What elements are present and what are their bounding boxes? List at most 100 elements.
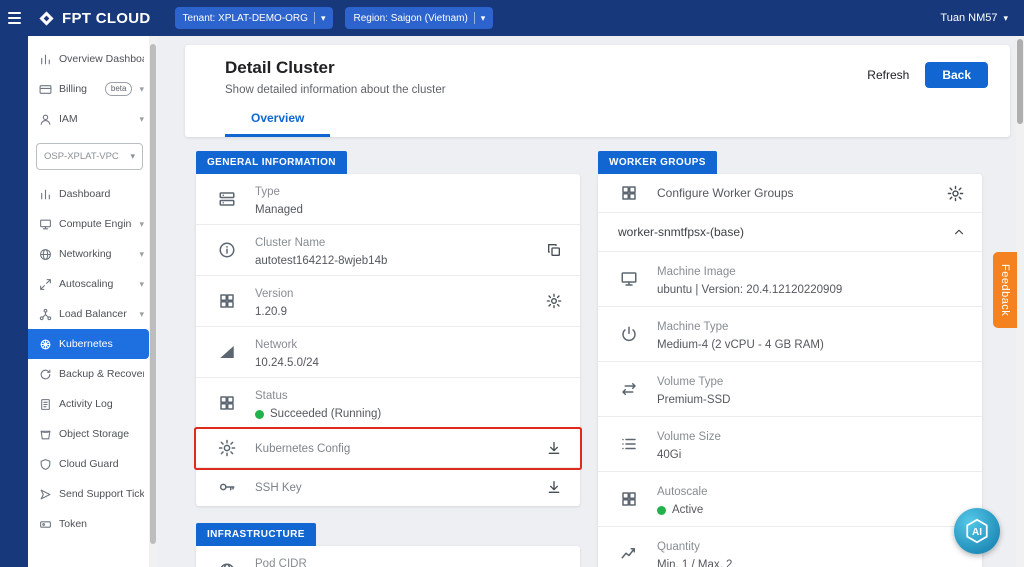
back-button[interactable]: Back: [925, 62, 988, 88]
row-value: autotest164212-8wjeb14b: [255, 255, 546, 267]
download-icon[interactable]: [546, 440, 562, 456]
nodes-icon: [39, 308, 52, 321]
chevron-down-icon: ▾: [321, 14, 326, 23]
row-pod-cidr: Pod CIDR10.244.0.0/16: [196, 546, 580, 567]
user-menu[interactable]: Tuan NM57 ▾: [940, 12, 1008, 24]
download-icon[interactable]: [546, 479, 562, 495]
ai-hexagon-icon: AI: [962, 516, 992, 546]
sidebar-item-compute-engine[interactable]: Compute Engine ▾: [28, 209, 149, 239]
expand-arrows-icon: [39, 278, 52, 291]
row-label: Network: [255, 339, 297, 351]
row-value: Managed: [255, 204, 562, 216]
general-information-card: Type Managed Cluster Name autotest164212-8…: [196, 174, 580, 506]
sidebar-item-label: IAM: [59, 113, 132, 125]
brand-logo: FPT CLOUD: [38, 10, 151, 27]
refresh-button[interactable]: Refresh: [867, 68, 909, 82]
row-value: Min. 1 / Max. 2: [657, 559, 964, 567]
tab-overview[interactable]: Overview: [225, 102, 330, 137]
chevron-down-icon: ▾: [130, 152, 135, 161]
trend-line-icon: [618, 545, 640, 563]
row-label: Machine Type: [657, 321, 728, 333]
sidebar-item-token[interactable]: Token: [28, 509, 149, 539]
info-icon: [216, 241, 238, 259]
row-configure-worker-groups: Configure Worker Groups: [598, 174, 982, 213]
row-volume-type: Volume TypePremium-SSD: [598, 362, 982, 417]
gear-icon: [216, 439, 238, 457]
row-value: 1.20.9: [255, 306, 546, 318]
row-type: Type Managed: [196, 174, 580, 225]
row-value: ubuntu | Version: 20.4.12120220909: [657, 284, 964, 296]
chevron-down-icon: ▾: [139, 220, 144, 229]
row-ssh-key: SSH Key: [196, 468, 580, 506]
chevron-down-icon: ▾: [139, 310, 144, 319]
row-label: Volume Type: [657, 376, 723, 388]
sidebar-item-autoscaling[interactable]: Autoscaling ▾: [28, 269, 149, 299]
sidebar-item-load-balancer[interactable]: Load Balancer ▾: [28, 299, 149, 329]
main-scrollbar[interactable]: [1016, 36, 1024, 567]
sidebar-item-backup-recovery[interactable]: Backup & Recovery: [28, 359, 149, 389]
row-quantity: QuantityMin. 1 / Max. 2: [598, 527, 982, 567]
main-scrollbar-thumb[interactable]: [1017, 39, 1023, 124]
grid-icon: [216, 292, 238, 310]
sidebar-item-send-support-ticket[interactable]: Send Support Ticket: [28, 479, 149, 509]
row-label: Autoscale: [657, 486, 708, 498]
sidebar-item-dashboard[interactable]: Dashboard: [28, 179, 149, 209]
status-dot-green: [255, 410, 264, 419]
sidebar-item-label: Activity Log: [59, 398, 144, 410]
row-kubernetes-config: Kubernetes Config: [196, 429, 580, 468]
brand-name: FPT CLOUD: [62, 10, 151, 27]
sidebar-item-label: Kubernetes: [59, 338, 144, 350]
row-label: Cluster Name: [255, 237, 325, 249]
general-information-section-tag: GENERAL INFORMATION: [196, 151, 347, 174]
row-label: Type: [255, 186, 280, 198]
row-autoscale: AutoscaleActive: [598, 472, 982, 527]
sidebar-item-cloud-guard[interactable]: Cloud Guard: [28, 449, 149, 479]
globe-icon: [216, 562, 238, 567]
feedback-button[interactable]: Feedback: [993, 252, 1017, 328]
sidebar-item-networking[interactable]: Networking ▾: [28, 239, 149, 269]
billing-card-icon: [39, 83, 52, 96]
tab-bar: Overview: [185, 100, 1010, 137]
row-status: StatusSucceeded (Running): [196, 378, 580, 429]
sidebar-item-label: Autoscaling: [59, 278, 132, 290]
document-lines-icon: [39, 398, 52, 411]
grid-icon: [618, 490, 640, 508]
sidebar-scrollbar-thumb[interactable]: [150, 44, 156, 544]
tenant-label: Tenant: XPLAT-DEMO-ORG: [183, 13, 308, 24]
region-selector[interactable]: Region: Saigon (Vietnam) ▾: [345, 7, 493, 29]
paper-plane-icon: [39, 488, 52, 501]
ai-assistant-button[interactable]: AI: [954, 508, 1000, 554]
vpc-selector-value: OSP-XPLAT-VPC: [44, 151, 119, 162]
row-label: Pod CIDR: [255, 558, 307, 567]
tenant-selector[interactable]: Tenant: XPLAT-DEMO-ORG ▾: [175, 7, 334, 29]
vpc-selector[interactable]: OSP-XPLAT-VPC ▾: [36, 143, 143, 170]
arrows-left-right-icon: [618, 380, 640, 398]
gear-icon[interactable]: [546, 293, 562, 309]
configure-worker-groups-label: Configure Worker Groups: [657, 186, 794, 200]
sidebar-item-object-storage[interactable]: Object Storage: [28, 419, 149, 449]
sidebar: Overview Dashboard Billing beta ▾ IAM ▾ …: [28, 36, 149, 567]
row-machine-type: Machine Type Medium-4 (2 vCPU - 4 GB RAM): [598, 307, 982, 362]
chevron-down-icon: ▾: [481, 14, 486, 23]
chevron-up-icon: [952, 225, 966, 239]
copy-icon[interactable]: [546, 242, 562, 258]
gear-icon[interactable]: [947, 185, 964, 202]
bar-chart-icon: [39, 53, 52, 66]
signal-icon: [216, 343, 238, 361]
sidebar-scrollbar[interactable]: [149, 36, 157, 567]
menu-icon[interactable]: [0, 0, 28, 36]
row-value: Medium-4 (2 vCPU - 4 GB RAM): [657, 339, 964, 351]
worker-group-name: worker-snmtfpsx-(base): [618, 225, 744, 239]
sidebar-item-activity-log[interactable]: Activity Log: [28, 389, 149, 419]
sidebar-item-billing[interactable]: Billing beta ▾: [28, 74, 149, 104]
sidebar-item-overview-dashboard[interactable]: Overview Dashboard: [28, 44, 149, 74]
row-version: Version1.20.9: [196, 276, 580, 327]
row-cluster-name: Cluster Name autotest164212-8wjeb14b: [196, 225, 580, 276]
row-label: Machine Image: [657, 266, 736, 278]
worker-group-header[interactable]: worker-snmtfpsx-(base): [598, 213, 982, 252]
sidebar-item-iam[interactable]: IAM ▾: [28, 104, 149, 134]
restore-arrow-icon: [39, 368, 52, 381]
page-title: Detail Cluster: [225, 58, 446, 78]
chevron-down-icon: ▾: [139, 115, 144, 124]
sidebar-item-kubernetes[interactable]: Kubernetes: [28, 329, 149, 359]
